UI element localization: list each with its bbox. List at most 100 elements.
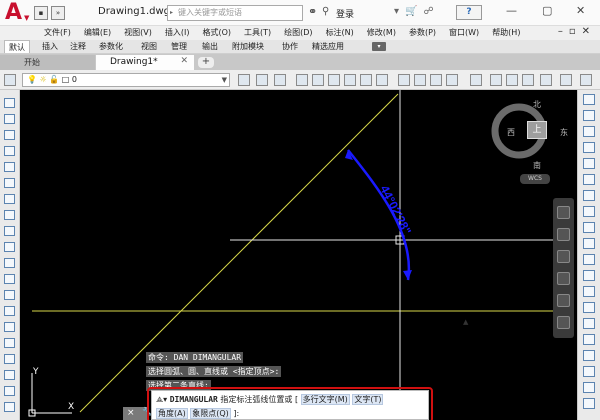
orbit-icon[interactable]: [557, 272, 570, 285]
dimension-aligned-icon[interactable]: [583, 110, 595, 121]
move-icon[interactable]: [4, 178, 15, 188]
compass-west[interactable]: 西: [507, 127, 515, 138]
array-icon[interactable]: [4, 258, 15, 268]
dimension-arc-icon[interactable]: [583, 126, 595, 137]
layer-match-icon[interactable]: [274, 74, 286, 86]
compass-south[interactable]: 南: [533, 160, 541, 171]
menu-format[interactable]: 格式(O): [202, 27, 231, 38]
tab-parametric[interactable]: 参数化: [99, 41, 123, 52]
center-mark-icon[interactable]: [583, 318, 595, 329]
tab-drawing1[interactable]: Drawing1* ✕: [96, 55, 194, 70]
tab-view[interactable]: 视图: [141, 41, 157, 52]
save-icon[interactable]: ▪: [34, 6, 48, 20]
login-button[interactable]: 登录: [336, 7, 354, 20]
tab-collaborate[interactable]: 协作: [282, 41, 298, 52]
maximize-icon[interactable]: ▢: [542, 4, 552, 17]
menu-edit[interactable]: 编辑(E): [84, 27, 111, 38]
make-current-icon[interactable]: [238, 74, 250, 86]
layer-tool-4-icon[interactable]: [344, 74, 356, 86]
binoculars-icon[interactable]: ⚭: [308, 5, 317, 18]
break-icon[interactable]: [4, 338, 15, 348]
tab-output[interactable]: 输出: [202, 41, 218, 52]
quick-dimension-icon[interactable]: [583, 222, 595, 233]
polyline-icon[interactable]: [4, 130, 15, 140]
menu-parametric[interactable]: 参数(P): [409, 27, 436, 38]
baseline-icon[interactable]: [583, 238, 595, 249]
tab-default[interactable]: 默认: [4, 40, 30, 53]
layer-dropdown[interactable]: 💡 ☼ 🔓 □ 0 ▼: [22, 73, 230, 87]
diagonal-line[interactable]: [79, 93, 399, 413]
layer-tool-11-icon[interactable]: [470, 74, 482, 86]
menu-view[interactable]: 视图(V): [124, 27, 152, 38]
layer-tool-5-icon[interactable]: [360, 74, 372, 86]
explode-icon[interactable]: [4, 402, 15, 412]
menu-tools[interactable]: 工具(T): [244, 27, 271, 38]
inspection-icon[interactable]: [583, 334, 595, 345]
polygon-icon[interactable]: [4, 146, 15, 156]
jogged-linear-icon[interactable]: [583, 350, 595, 361]
viewcube-top-face[interactable]: 上: [527, 121, 547, 139]
extend-icon[interactable]: [4, 322, 15, 332]
fillet-icon[interactable]: [4, 242, 15, 252]
document-window-controls[interactable]: –▫✕: [558, 26, 596, 37]
chevron-down-icon[interactable]: ▾: [394, 6, 399, 17]
dimension-space-icon[interactable]: [583, 270, 595, 281]
new-tab-button[interactable]: +: [198, 57, 214, 68]
nav-more-icon[interactable]: [557, 316, 570, 329]
layer-tool-9-icon[interactable]: [430, 74, 442, 86]
join-icon[interactable]: [4, 354, 15, 364]
dimension-edit-icon[interactable]: [583, 366, 595, 377]
line-icon[interactable]: [4, 98, 15, 108]
layer-tool-6-icon[interactable]: [376, 74, 388, 86]
layer-tool-12-icon[interactable]: [490, 74, 502, 86]
more-icon[interactable]: »: [51, 6, 65, 20]
layer-previous-icon[interactable]: [256, 74, 268, 86]
chamfer-icon[interactable]: [4, 370, 15, 380]
layer-tool-7-icon[interactable]: [398, 74, 410, 86]
search-input[interactable]: ▸ 键入关键字或短语: [167, 5, 303, 21]
mirror-icon[interactable]: [4, 226, 15, 236]
copy-icon[interactable]: [4, 210, 15, 220]
dimension-update-icon[interactable]: [583, 398, 595, 409]
user-icon[interactable]: ⚲: [322, 6, 329, 17]
pan-icon[interactable]: [557, 228, 570, 241]
close-icon[interactable]: ✕: [576, 4, 585, 17]
continue-icon[interactable]: [583, 254, 595, 265]
zoom-icon[interactable]: [557, 250, 570, 263]
tab-annotate[interactable]: 注释: [70, 41, 86, 52]
scale-icon[interactable]: [4, 274, 15, 284]
layer-tool-13-icon[interactable]: [506, 74, 518, 86]
dimension-linear-icon[interactable]: [583, 94, 595, 105]
tab-addins[interactable]: 附加模块: [232, 41, 264, 52]
steering-wheel-icon[interactable]: [557, 206, 570, 219]
stretch-icon[interactable]: [4, 290, 15, 300]
command-history-toggle-icon[interactable]: ▲: [463, 318, 468, 326]
dimension-jogged-icon[interactable]: [583, 174, 595, 185]
layer-tool-16-icon[interactable]: [560, 74, 572, 86]
dimension-radius-icon[interactable]: [583, 158, 595, 169]
menu-window[interactable]: 窗口(W): [449, 27, 479, 38]
drawing-canvas[interactable]: 44°02'28": [20, 90, 577, 420]
tab-featured-apps[interactable]: 精选应用: [312, 41, 344, 52]
layer-tool-2-icon[interactable]: [312, 74, 324, 86]
layer-tool-10-icon[interactable]: [446, 74, 458, 86]
tolerance-icon[interactable]: [583, 302, 595, 313]
layer-tool-15-icon[interactable]: [540, 74, 552, 86]
menu-insert[interactable]: 插入(I): [165, 27, 190, 38]
menu-modify[interactable]: 修改(M): [367, 27, 396, 38]
layer-tool-17-icon[interactable]: [580, 74, 592, 86]
layer-tool-14-icon[interactable]: [522, 74, 534, 86]
tab-manage[interactable]: 管理: [171, 41, 187, 52]
tab-start[interactable]: 开始: [0, 55, 95, 70]
dimension-angular-icon[interactable]: [583, 206, 595, 217]
close-tab-icon[interactable]: ✕: [180, 56, 188, 66]
compass-north[interactable]: 北: [533, 99, 541, 110]
dimension-ordinate-icon[interactable]: [583, 142, 595, 153]
tab-insert[interactable]: 插入: [42, 41, 58, 52]
compass-east[interactable]: 东: [560, 127, 568, 138]
application-menu-button[interactable]: A ▼: [2, 0, 32, 27]
layer-tool-8-icon[interactable]: [414, 74, 426, 86]
dimension-diameter-icon[interactable]: [583, 190, 595, 201]
rotate-icon[interactable]: [4, 194, 15, 204]
construction-line-icon[interactable]: [4, 114, 15, 124]
